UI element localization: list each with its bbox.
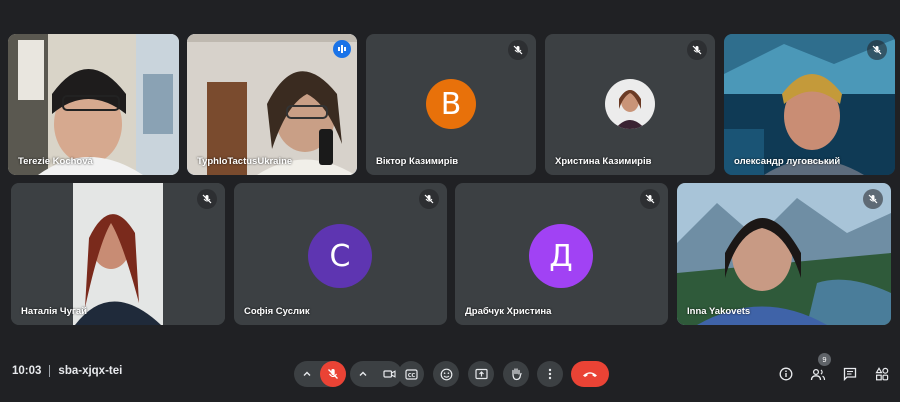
participant-video (11, 183, 225, 325)
mic-off-icon (863, 189, 883, 209)
more-options-button[interactable] (537, 361, 563, 387)
meeting-info-button[interactable] (774, 362, 798, 386)
participant-tile-terezie[interactable]: Terezie Kochová (8, 34, 179, 175)
mic-options-chevron-up-icon[interactable] (294, 361, 320, 387)
mic-off-icon (867, 40, 887, 60)
participant-tile-oleksandr[interactable]: олександр луговський (724, 34, 895, 175)
meeting-info: 10:03 sba-xjqx-tei (12, 365, 122, 377)
emoji-button[interactable] (433, 361, 459, 387)
info-icon (779, 367, 793, 381)
participant-name: Наталія Чугай (21, 306, 87, 317)
participant-avatar: С (308, 224, 372, 288)
leave-call-button[interactable] (571, 361, 609, 387)
divider (49, 365, 51, 377)
participant-tile-khrystyna[interactable]: Христина Казимирів (545, 34, 715, 175)
participant-name: Віктор Казимирів (376, 156, 459, 167)
mic-off-icon (508, 40, 528, 60)
mic-off-icon (197, 189, 217, 209)
participant-video (187, 34, 357, 175)
participant-count-badge: 9 (818, 353, 831, 366)
raise-hand-icon (511, 368, 522, 381)
chat-icon (843, 367, 857, 381)
chat-button[interactable] (838, 362, 862, 386)
activities-icon (875, 367, 889, 381)
participant-tile-viktor[interactable]: В Віктор Казимирів (366, 34, 536, 175)
more-vert-icon (548, 368, 552, 380)
participant-avatar (605, 79, 655, 129)
present-icon (474, 368, 488, 380)
participant-name: Inna Yakovets (687, 306, 751, 317)
participant-avatar: Д (529, 224, 593, 288)
present-button[interactable] (468, 361, 494, 387)
participant-tile-natalia[interactable]: Наталія Чугай (11, 183, 225, 325)
participant-name: Христина Казимирів (555, 156, 652, 167)
mic-off-icon (687, 40, 707, 60)
participant-video (677, 183, 891, 325)
meeting-time: 10:03 (12, 365, 42, 377)
people-icon (810, 368, 826, 380)
captions-button[interactable]: CC (398, 361, 424, 387)
participant-tile-sofia[interactable]: С Софія Суслик (234, 183, 447, 325)
participant-name: Софія Суслик (244, 306, 310, 317)
participant-tile-drabchuk[interactable]: Д Драбчук Христина (455, 183, 668, 325)
participant-name: олександр луговський (734, 156, 841, 167)
mic-off-icon (419, 189, 439, 209)
participant-name: Драбчук Христина (465, 306, 552, 317)
participant-tile-inna[interactable]: Inna Yakovets (677, 183, 891, 325)
speaking-indicator-icon (333, 40, 351, 58)
mic-off-icon (640, 189, 660, 209)
participant-name: TyphloTactusUkraine (197, 156, 293, 167)
participant-video (8, 34, 179, 175)
mic-off-icon[interactable] (320, 361, 346, 387)
emoji-icon (440, 368, 452, 380)
captions-icon: CC (404, 368, 418, 380)
meeting-code: sba-xjqx-tei (58, 365, 123, 377)
control-bar: 10:03 sba-xjqx-tei CC (0, 346, 900, 402)
end-call-icon (583, 372, 597, 377)
camera-control (350, 361, 402, 387)
participant-name: Terezie Kochová (18, 156, 93, 167)
participant-avatar: В (426, 79, 476, 129)
activities-button[interactable] (870, 362, 894, 386)
mic-control (294, 361, 346, 387)
svg-text:CC: CC (407, 372, 415, 378)
raise-hand-button[interactable] (503, 361, 529, 387)
participant-tile-typhlotactus[interactable]: TyphloTactusUkraine (187, 34, 357, 175)
camera-options-chevron-up-icon[interactable] (350, 361, 376, 387)
